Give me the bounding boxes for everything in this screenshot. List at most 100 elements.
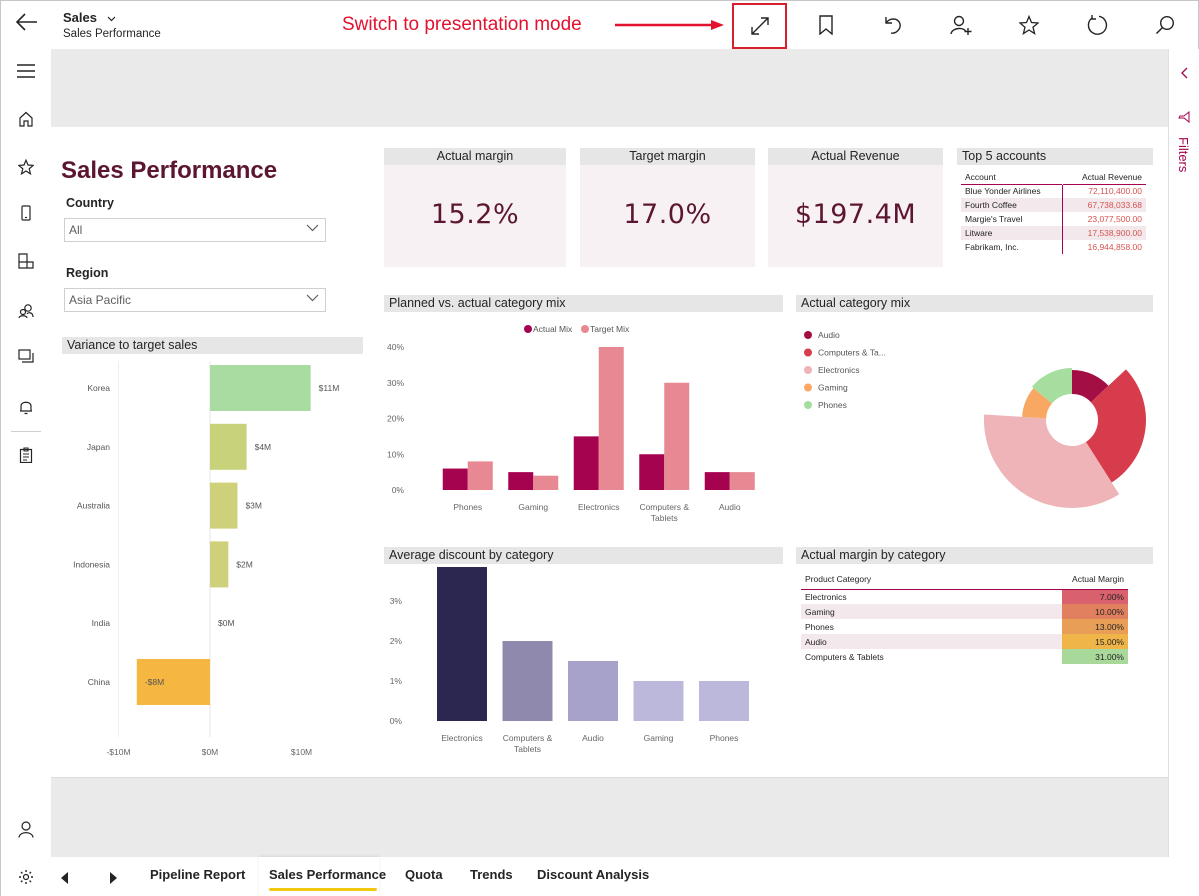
account-name: Litware	[965, 228, 993, 238]
bar[interactable]	[633, 681, 684, 721]
home-icon[interactable]	[11, 105, 41, 133]
bar[interactable]	[502, 641, 553, 721]
table-row[interactable]: Computers & Tablets 31.00%	[801, 649, 1128, 664]
chevron-down-icon	[306, 224, 319, 232]
mobile-icon[interactable]	[11, 199, 41, 227]
table-row[interactable]: Litware 17,538,900.00	[961, 226, 1146, 240]
table-row[interactable]: Phones 13.00%	[801, 619, 1128, 634]
bar[interactable]	[729, 472, 755, 490]
active-tab-indicator	[269, 888, 377, 891]
x-tick-label: Gaming	[644, 733, 674, 743]
bar[interactable]	[442, 468, 468, 490]
table-row[interactable]: Margie's Travel 23,077,500.00	[961, 212, 1146, 226]
account-revenue: 16,944,858.00	[1062, 240, 1146, 254]
table-row[interactable]: Audio 15.00%	[801, 634, 1128, 649]
table-row[interactable]: Gaming 10.00%	[801, 604, 1128, 619]
back-arrow-icon[interactable]	[9, 7, 45, 37]
refresh-button[interactable]	[1082, 9, 1112, 41]
kpi-value: $197.4M	[794, 199, 917, 230]
x-tick-label: Electronics	[441, 733, 483, 743]
bar[interactable]	[210, 541, 229, 588]
tab-quota[interactable]: Quota	[405, 867, 443, 882]
filters-pane-collapsed[interactable]: Filters	[1168, 49, 1199, 857]
account-revenue: 23,077,500.00	[1062, 212, 1146, 226]
chevron-left-icon[interactable]	[1174, 63, 1194, 83]
bar[interactable]	[210, 482, 238, 529]
column-header-actual-margin[interactable]: Actual Margin	[1062, 570, 1128, 589]
tab-trends[interactable]: Trends	[470, 867, 513, 882]
share-button[interactable]	[946, 9, 976, 41]
region-dropdown-value: Asia Pacific	[69, 293, 132, 307]
account-name: Margie's Travel	[965, 214, 1023, 224]
settings-gear-icon[interactable]	[11, 863, 41, 891]
legend-marker	[804, 401, 812, 409]
actual-category-mix-chart: Audio Computers & Ta... Electronics Gaming P…	[804, 330, 1146, 509]
bar[interactable]	[639, 454, 665, 490]
table-row[interactable]: Blue Yonder Airlines 72,110,400.00	[961, 184, 1146, 198]
workspace-icon[interactable]	[11, 247, 41, 275]
hamburger-icon[interactable]	[11, 57, 41, 85]
nav-divider	[11, 431, 41, 432]
undo-button[interactable]	[878, 9, 908, 41]
search-button[interactable]	[1150, 9, 1180, 41]
undo-icon	[883, 15, 903, 35]
tab-pipeline-report[interactable]: Pipeline Report	[150, 867, 245, 882]
margin-table: Product Category Actual Margin Electroni…	[801, 570, 1128, 664]
table-row[interactable]: Electronics 7.00%	[801, 589, 1128, 604]
legend-label: Actual Mix	[533, 324, 573, 334]
bar[interactable]	[210, 423, 247, 470]
table-row[interactable]: Fabrikam, Inc. 16,944,858.00	[961, 240, 1146, 254]
annotation-text: Switch to presentation mode	[342, 14, 582, 35]
region-dropdown[interactable]: Asia Pacific	[64, 288, 326, 312]
country-dropdown-value: All	[69, 223, 83, 237]
presentation-mode-button[interactable]	[732, 3, 787, 49]
app-window: Sales Sales Performance Switch to presen…	[0, 0, 1199, 896]
bar[interactable]	[568, 661, 618, 721]
column-header-account[interactable]: Account	[961, 170, 1063, 184]
region-slicer-label: Region	[66, 266, 109, 280]
filters-label[interactable]: Filters	[1176, 137, 1191, 172]
bar[interactable]	[573, 436, 599, 490]
account-icon[interactable]	[11, 815, 41, 843]
bar[interactable]	[210, 365, 311, 411]
bookmark-button[interactable]	[811, 9, 841, 41]
favorites-star-icon[interactable]	[11, 153, 41, 181]
bar[interactable]	[437, 567, 487, 721]
bar[interactable]	[598, 347, 624, 490]
bar[interactable]	[664, 382, 690, 490]
x-tick-label: Audio	[719, 502, 741, 512]
category-label: Australia	[77, 501, 110, 511]
variance-chart-title: Variance to target sales	[62, 337, 363, 354]
y-tick-label: 40%	[387, 342, 404, 352]
expand-icon	[750, 16, 770, 36]
bar[interactable]	[508, 472, 534, 490]
variance-to-target-chart: Korea $11M Japan $4M Australia $3M Indonesia $2…	[73, 361, 339, 757]
country-dropdown[interactable]: All	[64, 218, 326, 242]
bar[interactable]	[533, 475, 559, 490]
chart-legend: Actual Mix Target Mix	[524, 324, 630, 334]
filter-funnel-icon	[1178, 111, 1190, 123]
account-name: Blue Yonder Airlines	[965, 186, 1041, 197]
x-tick-label: $0M	[202, 747, 219, 757]
previous-page-icon[interactable]	[55, 867, 75, 889]
shared-icon[interactable]	[11, 297, 41, 325]
bar[interactable]	[704, 472, 730, 490]
kpi-card-actual-margin: Actual margin 15.2%	[384, 148, 566, 267]
margin-value: 13.00%	[1062, 619, 1128, 634]
favorite-button[interactable]	[1014, 9, 1044, 41]
apps-icon[interactable]	[11, 343, 41, 371]
table-row[interactable]: Fourth Coffee 67,738,033.68	[961, 198, 1146, 212]
data-label: $0M	[218, 618, 235, 628]
bar[interactable]	[699, 681, 749, 721]
clipboard-icon[interactable]	[11, 441, 41, 469]
margin-value: 7.00%	[1062, 589, 1128, 604]
notification-icon[interactable]	[11, 393, 41, 421]
data-label: $4M	[255, 442, 272, 452]
column-header-actual-revenue[interactable]: Actual Revenue	[1062, 170, 1146, 184]
tab-discount-analysis[interactable]: Discount Analysis	[537, 867, 649, 882]
category-label: Indonesia	[73, 559, 110, 569]
next-page-icon[interactable]	[103, 867, 123, 889]
app-title[interactable]: Sales	[63, 10, 116, 25]
bar[interactable]	[467, 461, 493, 490]
column-header-product-category[interactable]: Product Category	[801, 570, 1062, 589]
